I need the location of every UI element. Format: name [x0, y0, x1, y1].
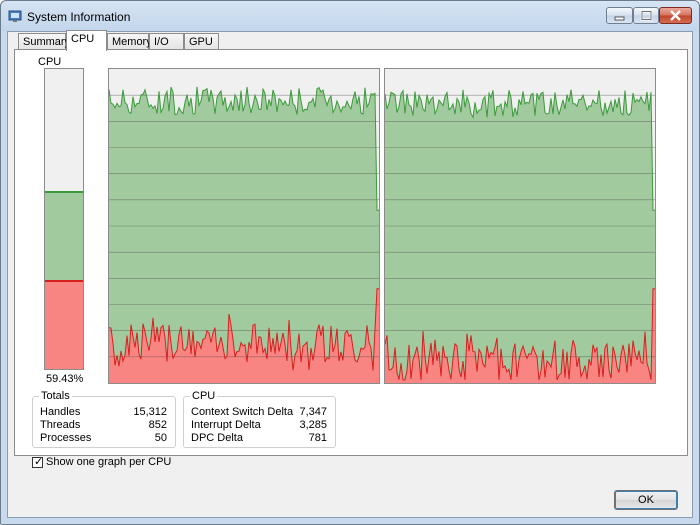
stat-row: Processes 50: [40, 432, 167, 445]
stat-label: Handles: [40, 406, 81, 418]
stat-value: 50: [154, 432, 167, 444]
stat-label: Interrupt Delta: [191, 419, 261, 431]
stat-row: Interrupt Delta 3,285: [191, 419, 327, 432]
stat-row: Threads 852: [40, 419, 167, 432]
ok-button[interactable]: OK: [614, 490, 678, 510]
stat-value: 15,312: [133, 406, 167, 418]
one-graph-per-cpu-label[interactable]: Show one graph per CPU: [46, 456, 171, 468]
cpu-meter-value: 59.43%: [46, 373, 84, 385]
stat-label: Context Switch Delta: [191, 406, 294, 418]
tab-gpu[interactable]: GPU: [184, 33, 219, 50]
tab-label: I/O: [154, 36, 169, 48]
total-usage-area: [385, 89, 655, 383]
stat-row: DPC Delta 781: [191, 432, 327, 445]
cpu0-history-graph: [108, 68, 380, 384]
stat-label: Processes: [40, 432, 92, 444]
tab-summary[interactable]: Summary: [18, 33, 70, 50]
title-bar[interactable]: System Information: [1, 1, 699, 31]
stat-label: DPC Delta: [191, 432, 243, 444]
stat-row: Handles 15,312: [40, 406, 167, 419]
maximize-button[interactable]: [633, 7, 659, 24]
stat-value: 7,347: [299, 406, 327, 418]
minimize-icon: [614, 16, 625, 21]
stat-value: 852: [148, 419, 167, 431]
stat-value: 781: [308, 432, 327, 444]
tab-cpu[interactable]: CPU: [66, 30, 107, 51]
cpu-kernel-fill: [45, 280, 83, 369]
stat-value: 3,285: [299, 419, 327, 431]
stat-label: Threads: [40, 419, 81, 431]
stat-row: Context Switch Delta 7,347: [191, 406, 327, 419]
cpu-meter-label: CPU: [38, 56, 62, 68]
app-icon: [8, 10, 22, 22]
maximize-icon: [640, 10, 653, 21]
totals-title: Totals: [39, 390, 72, 402]
ok-button-label: OK: [638, 494, 654, 506]
tab-label: Memory: [112, 36, 152, 48]
cpu-stats-group: CPU Context Switch Delta 7,347 Interrupt …: [183, 390, 336, 448]
tab-label: CPU: [71, 33, 95, 45]
one-graph-per-cpu-checkbox[interactable]: ✓: [32, 456, 44, 468]
totals-group: Totals Handles 15,312 Threads 852 Processe…: [32, 390, 176, 448]
tab-memory[interactable]: Memory: [107, 33, 152, 50]
close-icon: [670, 10, 681, 21]
checkmark-icon: ✓: [34, 456, 44, 468]
close-button[interactable]: [659, 7, 692, 24]
cpu-stats-title: CPU: [190, 390, 218, 402]
total-usage-area: [109, 86, 379, 383]
minimize-button[interactable]: [606, 7, 633, 24]
cpu1-history-graph: [384, 68, 656, 384]
tab-label: Summary: [23, 36, 71, 48]
tab-label: GPU: [189, 36, 213, 48]
window-title: System Information: [27, 10, 131, 24]
cpu-usage-meter: [44, 68, 84, 370]
tab-io[interactable]: I/O: [149, 33, 184, 50]
